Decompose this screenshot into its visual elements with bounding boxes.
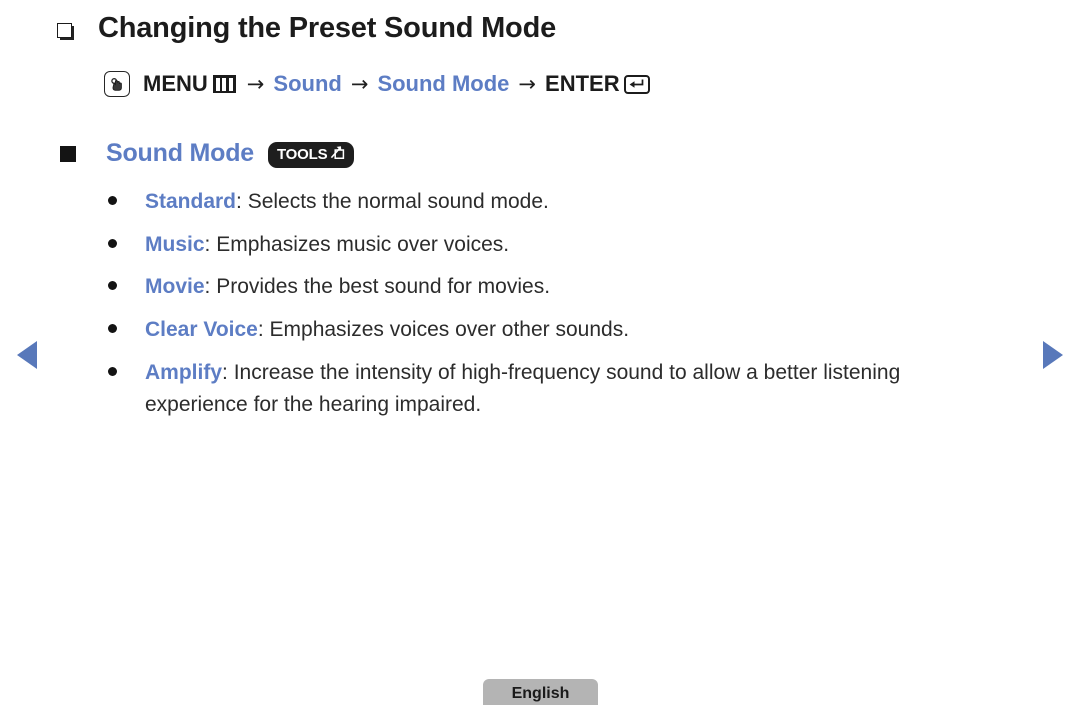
menu-bars-icon: [212, 75, 236, 93]
path-arrow-3: →: [518, 72, 537, 96]
language-tab-label: English: [511, 685, 570, 702]
option-separator: :: [222, 360, 234, 384]
bullet-dot-icon: [108, 196, 117, 205]
option-keyword: Clear Voice: [145, 318, 258, 342]
path-arrow-1: →: [246, 72, 265, 96]
option-keyword: Standard: [145, 190, 237, 213]
tools-badge-label: TOOLS: [276, 145, 328, 163]
list-item-text: Clear Voice: Emphasizes voices over othe…: [145, 314, 629, 346]
list-item-text: Amplify: Increase the intensity of high-…: [145, 357, 988, 420]
filled-square-bullet-icon: [60, 145, 76, 162]
language-tab[interactable]: English: [483, 679, 598, 705]
enter-return-icon: [623, 74, 650, 94]
list-item-text: Music: Emphasizes music over voices.: [145, 229, 509, 261]
bullet-dot-icon: [108, 324, 117, 334]
bullet-dot-icon: [108, 238, 117, 248]
option-description: Emphasizes music over voices.: [216, 232, 510, 256]
option-keyword: Amplify: [145, 360, 223, 384]
status-badge: TOOLS: [267, 141, 355, 168]
section-heading-row: Sound Mode TOOLS: [60, 139, 355, 168]
list-item: Amplify: Increase the intensity of high-…: [108, 357, 988, 420]
menu-step-sound: Sound: [273, 71, 342, 96]
list-item: Standard: Selects the normal sound mode.: [108, 186, 988, 218]
option-separator: :: [204, 232, 217, 256]
option-description: Provides the best sound for movies.: [216, 275, 551, 299]
option-keyword: Music: [145, 232, 205, 256]
option-description: Increase the intensity of high-frequency…: [145, 360, 901, 416]
hollow-square-bullet-icon: [57, 23, 74, 40]
menu-path-breadcrumb: MENU → Sound → Sound Mode → ENTER: [104, 71, 650, 97]
arrow-right-icon[interactable]: [1043, 341, 1063, 369]
section-title: Sound Mode: [106, 139, 254, 167]
bullet-dot-icon: [108, 366, 117, 376]
option-description: Emphasizes voices over other sounds.: [269, 318, 630, 342]
option-keyword: Movie: [145, 275, 205, 299]
list-item: Music: Emphasizes music over voices.: [108, 229, 988, 261]
enter-button-label: ENTER: [545, 71, 620, 96]
option-separator: :: [257, 318, 270, 342]
menu-button-label: MENU: [143, 71, 208, 96]
page-title-row: Changing the Preset Sound Mode: [57, 12, 556, 45]
arrow-left-icon[interactable]: [17, 341, 37, 369]
list-item: Clear Voice: Emphasizes voices over othe…: [108, 314, 988, 346]
list-item-text: Standard: Selects the normal sound mode.: [145, 186, 549, 218]
list-item-text: Movie: Provides the best sound for movie…: [145, 271, 550, 303]
manual-page: Changing the Preset Sound Mode MENU → So…: [0, 0, 1080, 705]
page-title: Changing the Preset Sound Mode: [98, 12, 557, 44]
hand-press-icon: [104, 71, 130, 97]
option-separator: :: [236, 190, 248, 213]
list-item: Movie: Provides the best sound for movie…: [108, 271, 988, 303]
option-description: Selects the normal sound mode.: [247, 190, 549, 213]
option-separator: :: [204, 275, 217, 299]
menu-step-sound-mode: Sound Mode: [377, 71, 510, 96]
path-arrow-2: →: [350, 72, 369, 96]
sound-mode-option-list: Standard: Selects the normal sound mode.…: [108, 186, 988, 431]
tools-arrow-box-icon: [330, 145, 345, 164]
bullet-dot-icon: [108, 281, 117, 291]
